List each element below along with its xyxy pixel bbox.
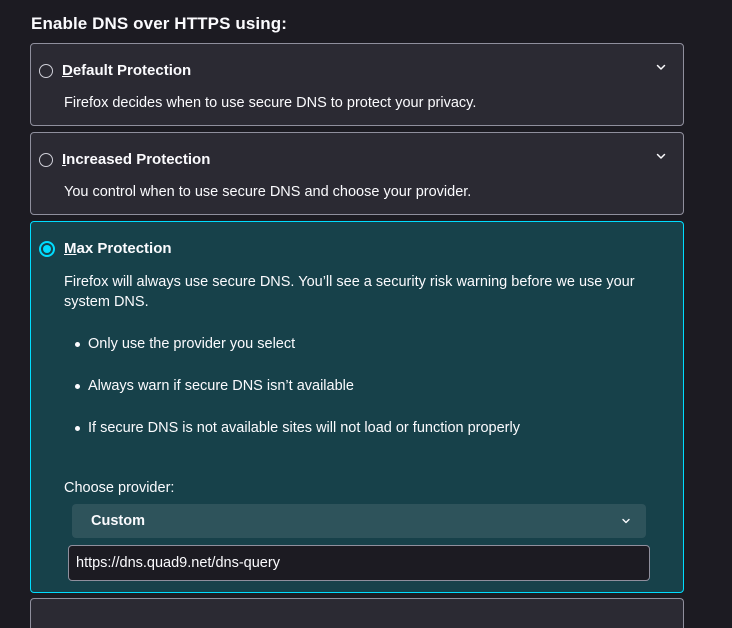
- bullet-dot-icon: [75, 341, 80, 347]
- increased-protection-radio[interactable]: [39, 152, 53, 167]
- default-protection-title: Default Protection: [62, 62, 191, 79]
- bullet-text: Always warn if secure DNS isn’t availabl…: [88, 378, 354, 394]
- option-default-protection[interactable]: Default Protection Firefox decides when …: [30, 43, 684, 126]
- option-increased-protection[interactable]: Increased Protection You control when to…: [30, 132, 684, 215]
- max-protection-radio[interactable]: [39, 240, 55, 257]
- list-item: Only use the provider you select: [75, 336, 295, 352]
- option-max-header[interactable]: Max Protection: [39, 240, 172, 257]
- increased-protection-description: You control when to use secure DNS and c…: [64, 184, 472, 200]
- default-protection-description: Firefox decides when to use secure DNS t…: [64, 95, 477, 111]
- option-off-card[interactable]: [30, 598, 684, 628]
- default-protection-radio[interactable]: [39, 63, 53, 78]
- chevron-down-icon: [622, 518, 630, 524]
- provider-select-value: Custom: [91, 513, 145, 529]
- chevron-down-icon[interactable]: [654, 149, 668, 163]
- default-protection-accesskey: D: [62, 62, 73, 79]
- provider-select[interactable]: Custom: [72, 504, 646, 538]
- max-protection-title: Max Protection: [64, 240, 172, 257]
- list-item: Always warn if secure DNS isn’t availabl…: [75, 378, 354, 394]
- increased-protection-title: Increased Protection: [62, 151, 210, 168]
- option-default-header[interactable]: Default Protection: [39, 62, 191, 79]
- custom-provider-url-input[interactable]: [68, 545, 650, 581]
- bullet-dot-icon: [75, 383, 80, 389]
- option-increased-header[interactable]: Increased Protection: [39, 151, 210, 168]
- list-item: If secure DNS is not available sites wil…: [75, 420, 520, 436]
- bullet-text: Only use the provider you select: [88, 336, 296, 352]
- max-protection-accesskey: M: [64, 240, 77, 257]
- provider-label: Choose provider:: [64, 480, 175, 496]
- chevron-down-icon[interactable]: [654, 60, 668, 74]
- option-max-protection[interactable]: Max Protection Firefox will always use s…: [30, 221, 684, 593]
- bullet-text: If secure DNS is not available sites wil…: [88, 420, 520, 436]
- section-title: Enable DNS over HTTPS using:: [31, 14, 287, 33]
- max-protection-title-text: ax Protection: [76, 240, 172, 257]
- bullet-dot-icon: [75, 425, 80, 431]
- increased-protection-title-text: ncreased Protection: [66, 151, 211, 168]
- default-protection-title-text: efault Protection: [72, 62, 192, 79]
- max-protection-description: Firefox will always use secure DNS. You’…: [64, 274, 635, 310]
